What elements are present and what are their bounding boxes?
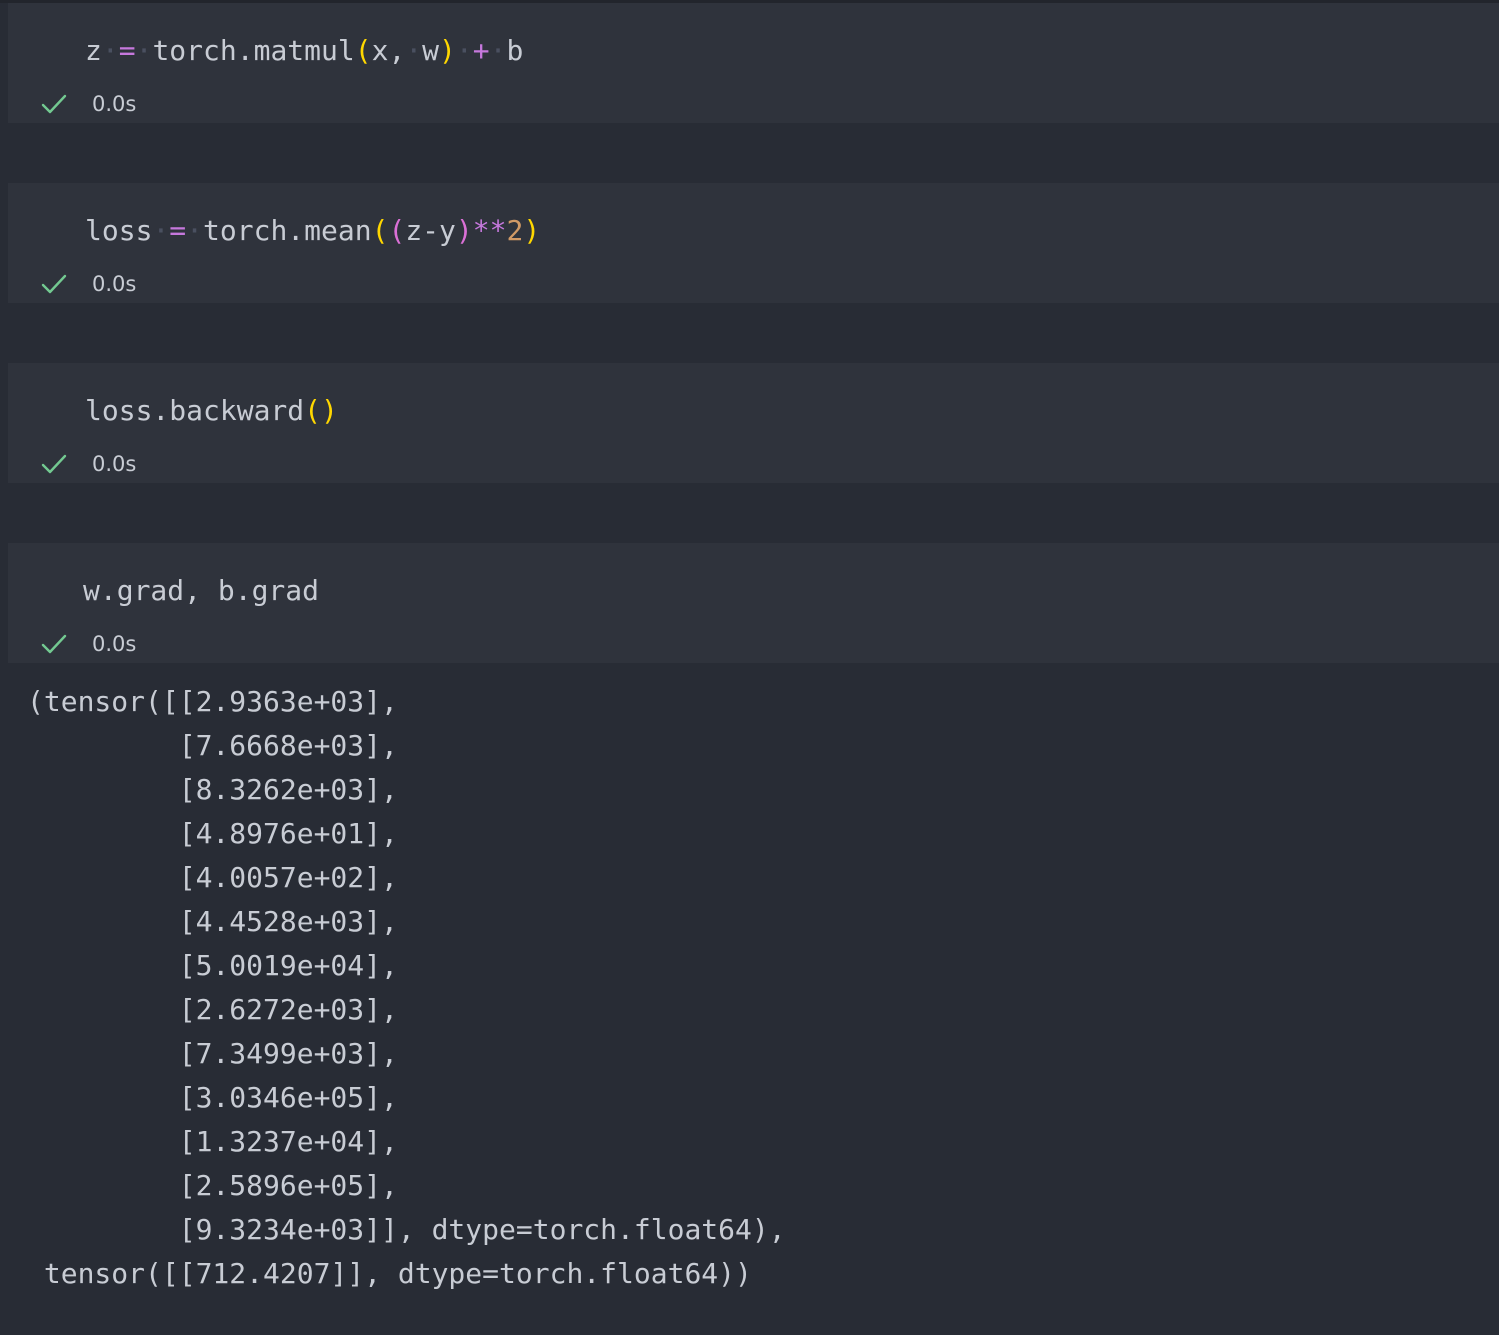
check-icon: [41, 454, 67, 474]
output-line: [2.5896e+05],: [27, 1169, 398, 1202]
code-cell-1[interactable]: z·=·torch.matmul(x,·w)·+·b 0.0s: [8, 3, 1499, 123]
check-icon: [41, 94, 67, 114]
output-line: (tensor([[2.9363e+03],: [27, 685, 398, 718]
output-line: [4.8976e+01],: [27, 817, 398, 850]
token: ): [523, 214, 541, 247]
cell-4-execution-status: 0.0s: [40, 627, 136, 661]
output-line: [4.4528e+03],: [27, 905, 398, 938]
output-line: [9.3234e+03]], dtype=torch.float64),: [27, 1213, 786, 1246]
token: ): [439, 34, 456, 67]
check-icon: [41, 634, 67, 654]
token: loss: [85, 214, 153, 247]
output-line: [4.0057e+02],: [27, 861, 398, 894]
code-cell-3-source[interactable]: loss.backward(): [85, 391, 338, 431]
token: (: [371, 214, 389, 247]
check-icon: [41, 274, 67, 294]
output-line: tensor([[712.4207]], dtype=torch.float64…: [27, 1257, 752, 1290]
output-line: [1.3237e+04],: [27, 1125, 398, 1158]
token: z: [85, 34, 102, 67]
token: w: [422, 34, 440, 67]
cell-1-execution-status: 0.0s: [40, 87, 136, 121]
output-line: [2.6272e+03],: [27, 993, 398, 1026]
cell-4-output: (tensor([[2.9363e+03], [7.6668e+03], [8.…: [27, 680, 786, 1296]
code-cell-4[interactable]: w.grad, b.grad 0.0s: [8, 543, 1499, 663]
token: w.grad, b.grad: [83, 574, 320, 607]
token: torch.matmul: [152, 34, 355, 67]
execution-time: 0.0s: [92, 92, 137, 116]
code-cell-3[interactable]: loss.backward() 0.0s: [8, 363, 1499, 483]
token: 2: [506, 214, 524, 247]
token: loss.backward: [85, 394, 305, 427]
output-line: [5.0019e+04],: [27, 949, 398, 982]
token: b: [506, 34, 524, 67]
code-cell-1-source[interactable]: z·=·torch.matmul(x,·w)·+·b: [85, 31, 523, 71]
token: (): [304, 394, 338, 427]
output-line: [8.3262e+03],: [27, 773, 398, 806]
token: z-y: [405, 214, 456, 247]
code-cell-2[interactable]: loss·=·torch.mean((z-y)**2) 0.0s: [8, 183, 1499, 303]
token: ): [455, 214, 473, 247]
execution-time: 0.0s: [92, 632, 137, 656]
cell-2-execution-status: 0.0s: [40, 267, 136, 301]
token: (: [388, 214, 406, 247]
token: (: [354, 34, 372, 67]
token: **: [472, 214, 507, 247]
token: x,: [371, 34, 406, 67]
token: +: [472, 34, 490, 67]
token: =: [169, 214, 187, 247]
code-cell-2-source[interactable]: loss·=·torch.mean((z-y)**2): [85, 211, 540, 251]
execution-time: 0.0s: [92, 452, 137, 476]
token: torch.mean: [203, 214, 372, 247]
output-line: [7.6668e+03],: [27, 729, 398, 762]
output-line: [3.0346e+05],: [27, 1081, 398, 1114]
cell-3-execution-status: 0.0s: [40, 447, 136, 481]
output-line: [7.3499e+03],: [27, 1037, 398, 1070]
token: =: [118, 34, 136, 67]
execution-time: 0.0s: [92, 272, 137, 296]
code-cell-4-source[interactable]: w.grad, b.grad: [83, 571, 319, 611]
